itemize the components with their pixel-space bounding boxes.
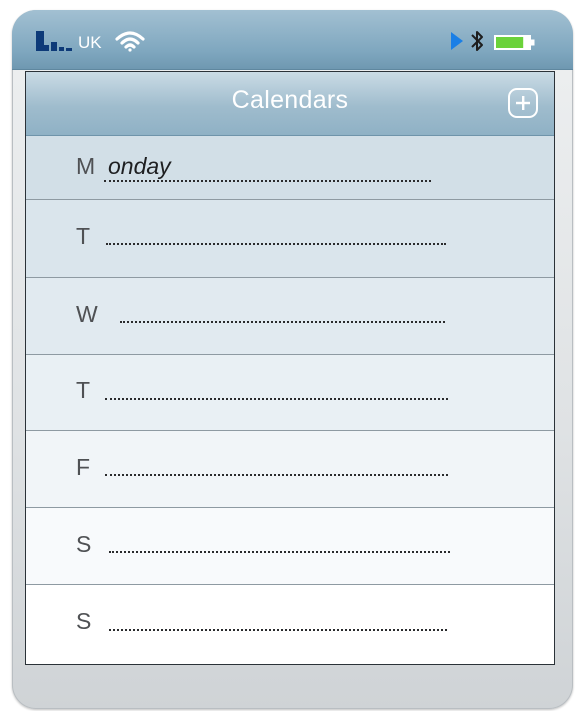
battery-icon	[494, 35, 535, 50]
day-entry-field-sunday[interactable]	[109, 597, 447, 637]
day-letter: F	[76, 454, 91, 480]
day-entry-field-wednesday[interactable]	[120, 290, 445, 330]
day-letter: T	[76, 377, 91, 403]
day-row-saturday: S	[26, 508, 554, 585]
day-row-sunday: S	[26, 585, 554, 662]
day-row-thursday: T	[26, 355, 554, 431]
day-letter: W	[76, 301, 98, 327]
day-entry-field-saturday[interactable]	[109, 520, 450, 560]
day-row-wednesday: W	[26, 278, 554, 355]
bluetooth-icon	[471, 31, 483, 51]
add-calendar-button[interactable]	[508, 88, 538, 118]
carrier-label: UK	[78, 33, 102, 52]
day-letter: S	[76, 608, 92, 634]
day-list: M onday T W T F S S	[26, 136, 554, 662]
signal-bars-icon	[36, 31, 72, 51]
day-letter: T	[76, 223, 91, 249]
calendar-screen: Calendars M onday T W T F S S	[25, 71, 555, 665]
day-entry-field-monday[interactable]	[104, 144, 431, 184]
day-letter: S	[76, 531, 92, 557]
nav-bar: Calendars	[26, 72, 554, 136]
day-row-monday: M onday	[26, 136, 554, 200]
phone-device: UK Calendars M onday T W T F S S	[12, 10, 573, 709]
day-row-friday: F	[26, 431, 554, 508]
day-entry-field-tuesday[interactable]	[106, 212, 446, 252]
status-bar: UK	[12, 10, 573, 70]
plus-icon	[516, 96, 530, 110]
day-entry-field-thursday[interactable]	[105, 367, 448, 407]
wifi-icon	[115, 31, 145, 52]
day-entry-field-friday[interactable]	[105, 443, 448, 483]
day-row-tuesday: T	[26, 200, 554, 278]
play-icon	[451, 32, 463, 50]
day-letter: M	[76, 153, 96, 179]
page-title: Calendars	[231, 86, 349, 114]
